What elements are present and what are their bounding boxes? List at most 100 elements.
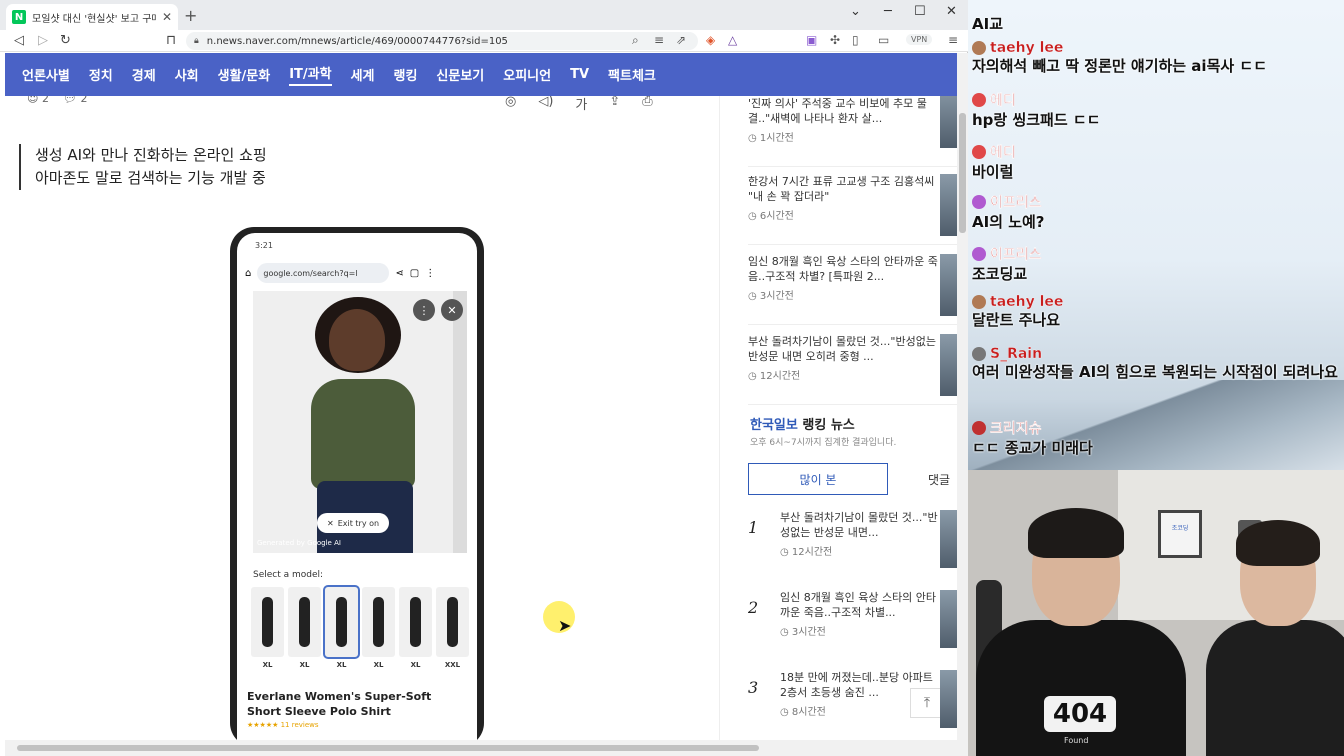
chat-message: 이프리스 조코딩교 bbox=[972, 244, 1042, 284]
chat-text: AI교 bbox=[972, 15, 1003, 33]
share-article-icon[interactable]: ⇪ bbox=[609, 96, 620, 113]
ranking-time-text: 3시간전 bbox=[791, 627, 826, 638]
news-item[interactable]: 부산 돌려차기남이 몰랐던 것..."반성없는 반성문 내면 오히려 중형 ..… bbox=[748, 334, 938, 382]
naver-favicon-icon: N bbox=[12, 10, 26, 24]
news-thumbnail[interactable] bbox=[940, 174, 957, 236]
ranking-time: ◷ 3시간전 bbox=[780, 627, 826, 638]
chat-message: 크리지슈 ㄷㄷ 종교가 미래다 bbox=[972, 418, 1093, 458]
user-badge-icon bbox=[972, 421, 986, 435]
tab-bar: N 모일샷 대신 '현실샷' 보고 구매... ✕ + ⌄ ─ ☐ ✕ bbox=[0, 0, 968, 30]
ranking-title: 18분 만에 꺼졌는데..분당 아파트 2층서 초등생 숨진 ... bbox=[780, 671, 933, 699]
chat-username: 에디 bbox=[990, 145, 1016, 161]
browser-window: N 모일샷 대신 '현실샷' 보고 구매... ✕ + ⌄ ─ ☐ ✕ ◁ ▷ … bbox=[0, 0, 968, 756]
nav-item[interactable]: 생활/문화 bbox=[218, 65, 271, 84]
news-thumbnail[interactable] bbox=[940, 96, 957, 148]
url-text: n.news.naver.com/mnews/article/469/00007… bbox=[206, 35, 508, 47]
size-label: XL bbox=[299, 661, 310, 669]
chevron-down-icon[interactable]: ⌄ bbox=[850, 4, 861, 19]
ranking-title: 랭킹 뉴스 bbox=[802, 418, 855, 433]
audio-icon[interactable]: ◁) bbox=[538, 96, 553, 113]
news-item[interactable]: 임신 8개월 흑인 육상 스타의 안타까운 죽음..구조적 차별? [특파원 2… bbox=[748, 254, 938, 302]
news-thumbnail[interactable] bbox=[940, 334, 957, 396]
ranking-body: 부산 돌려차기남이 몰랐던 것..."반성없는 반성문 내면... ◷ 12시간전 bbox=[780, 510, 938, 558]
new-tab-icon[interactable]: + bbox=[184, 6, 197, 25]
scrollbar-thumb[interactable] bbox=[959, 113, 966, 233]
phone-url: google.com/search?q=l bbox=[263, 268, 358, 278]
reaction-button[interactable]: ☺ 2 bbox=[27, 96, 49, 105]
try-on-image: ⋮ ✕ ✕ Exit try on Generated by Google AI bbox=[253, 291, 467, 553]
user-badge-icon bbox=[972, 93, 986, 107]
chat-text: 바이럴 bbox=[972, 163, 1014, 181]
news-time: ◷ 3시간전 bbox=[748, 291, 794, 302]
nav-item[interactable]: 세계 bbox=[351, 65, 375, 84]
ranking-title: 부산 돌려차기남이 몰랐던 것..."반성없는 반성문 내면... bbox=[780, 511, 938, 539]
nav-item[interactable]: 오피니언 bbox=[503, 65, 551, 84]
share-icon[interactable]: ⇗ bbox=[676, 33, 686, 47]
forward-icon[interactable]: ▷ bbox=[38, 33, 48, 48]
tts-icon[interactable]: ◎ bbox=[505, 96, 516, 113]
nav-item[interactable]: 언론사별 bbox=[22, 65, 70, 84]
bookmark-icon[interactable]: ⊓ bbox=[166, 33, 176, 48]
shirt-logo: 404 bbox=[1044, 696, 1116, 732]
nav-item[interactable]: IT/과학 bbox=[289, 63, 332, 86]
lock-icon: 🔒︎ bbox=[194, 36, 199, 46]
reload-icon[interactable]: ↻ bbox=[60, 33, 71, 48]
close-window-icon[interactable]: ✕ bbox=[946, 4, 957, 19]
model-option bbox=[288, 587, 321, 657]
extensions-icon[interactable]: ✣ bbox=[830, 33, 840, 47]
model-sizes: XL XL XL XL XL XXL bbox=[251, 661, 469, 669]
font-size-icon[interactable]: 가 bbox=[575, 96, 587, 113]
maximize-icon[interactable]: ☐ bbox=[914, 4, 926, 19]
url-input[interactable]: 🔒︎ n.news.naver.com/mnews/article/469/00… bbox=[186, 32, 698, 50]
wallet-icon[interactable]: ▭ bbox=[878, 33, 889, 47]
news-thumbnail[interactable] bbox=[940, 254, 957, 316]
nav-item[interactable]: 경제 bbox=[132, 65, 156, 84]
vpn-button[interactable]: VPN bbox=[906, 34, 933, 45]
horizontal-scrollbar[interactable] bbox=[5, 740, 957, 756]
zoom-icon[interactable]: ⌕ bbox=[632, 33, 639, 48]
frame-text: 조코딩 bbox=[1171, 525, 1189, 532]
nav-item[interactable]: 사회 bbox=[175, 65, 199, 84]
ranking-item[interactable]: 2 임신 8개월 흑인 육상 스타의 안타까운 죽음..구조적 차별... ◷ 3시… bbox=[748, 590, 938, 638]
tab-most-viewed[interactable]: 많이 본 bbox=[748, 463, 888, 495]
vertical-scrollbar[interactable] bbox=[957, 53, 968, 756]
nav-item[interactable]: 랭킹 bbox=[394, 65, 418, 84]
browser-tab[interactable]: N 모일샷 대신 '현실샷' 보고 구매... ✕ bbox=[6, 4, 178, 30]
comment-button[interactable]: 💬︎ 2 bbox=[63, 96, 87, 105]
ranking-thumbnail[interactable] bbox=[940, 670, 957, 728]
print-icon[interactable]: ⎙ bbox=[642, 96, 652, 113]
ranking-item[interactable]: 1 부산 돌려차기남이 몰랐던 것..."반성없는 반성문 내면... ◷ 12시간… bbox=[748, 510, 938, 558]
close-icon: ✕ bbox=[327, 518, 334, 528]
brave-shield-icon[interactable]: ◈ bbox=[706, 33, 715, 47]
reader-icon[interactable]: ≡ bbox=[654, 33, 664, 47]
phone-browser-bar: ⌂ google.com/search?q=l ⋖ ▢ ⋮ bbox=[245, 263, 469, 283]
nav-item[interactable]: TV bbox=[570, 67, 589, 82]
menu-icon[interactable]: ≡ bbox=[948, 33, 958, 47]
news-item[interactable]: '진짜 의사' 주석중 교수 비보에 추모 물결.."새벽에 나타나 환자 살.… bbox=[748, 96, 938, 144]
ranking-brand[interactable]: 한국일보 bbox=[750, 418, 798, 433]
chat-message: taehy lee 자의해석 빼고 딱 정론만 얘기하는 ai목사 ㄷㄷ bbox=[972, 40, 1267, 76]
size-label: XXL bbox=[444, 661, 461, 669]
reaction-row: ☺ 2 💬︎ 2 bbox=[27, 96, 87, 105]
model-option bbox=[251, 587, 284, 657]
person-right-hair bbox=[1236, 520, 1320, 566]
ranking-thumbnail[interactable] bbox=[940, 590, 957, 648]
model-option-selected bbox=[323, 585, 360, 659]
sidebar-icon[interactable]: ▯ bbox=[852, 33, 859, 47]
close-tab-icon[interactable]: ✕ bbox=[162, 10, 172, 24]
ranking-item[interactable]: 3 18분 만에 꺼졌는데..분당 아파트 2층서 초등생 숨진 ... ◷ 8시간… bbox=[748, 670, 938, 718]
product-name: Everlane Women's Super-Soft Short Sleeve… bbox=[247, 690, 432, 718]
back-icon[interactable]: ◁ bbox=[14, 33, 24, 48]
phone-time: 3:21 bbox=[255, 241, 273, 250]
nav-item[interactable]: 팩트체크 bbox=[608, 65, 656, 84]
tab-comments[interactable]: 댓글 bbox=[920, 463, 957, 495]
brave-rewards-icon[interactable]: △ bbox=[728, 33, 737, 47]
extension-m-icon[interactable]: ▣ bbox=[806, 33, 817, 47]
nav-item[interactable]: 신문보기 bbox=[436, 65, 484, 84]
nav-item[interactable]: 정치 bbox=[89, 65, 113, 84]
scrollbar-thumb[interactable] bbox=[17, 745, 759, 751]
news-item[interactable]: 한강서 7시간 표류 고교생 구조 김홍석씨 "내 손 꽉 잡더라" ◷ 6시간전 bbox=[748, 174, 938, 222]
minimize-icon[interactable]: ─ bbox=[884, 4, 892, 19]
ranking-time: ◷ 8시간전 bbox=[780, 707, 826, 718]
ranking-thumbnail[interactable] bbox=[940, 510, 957, 568]
